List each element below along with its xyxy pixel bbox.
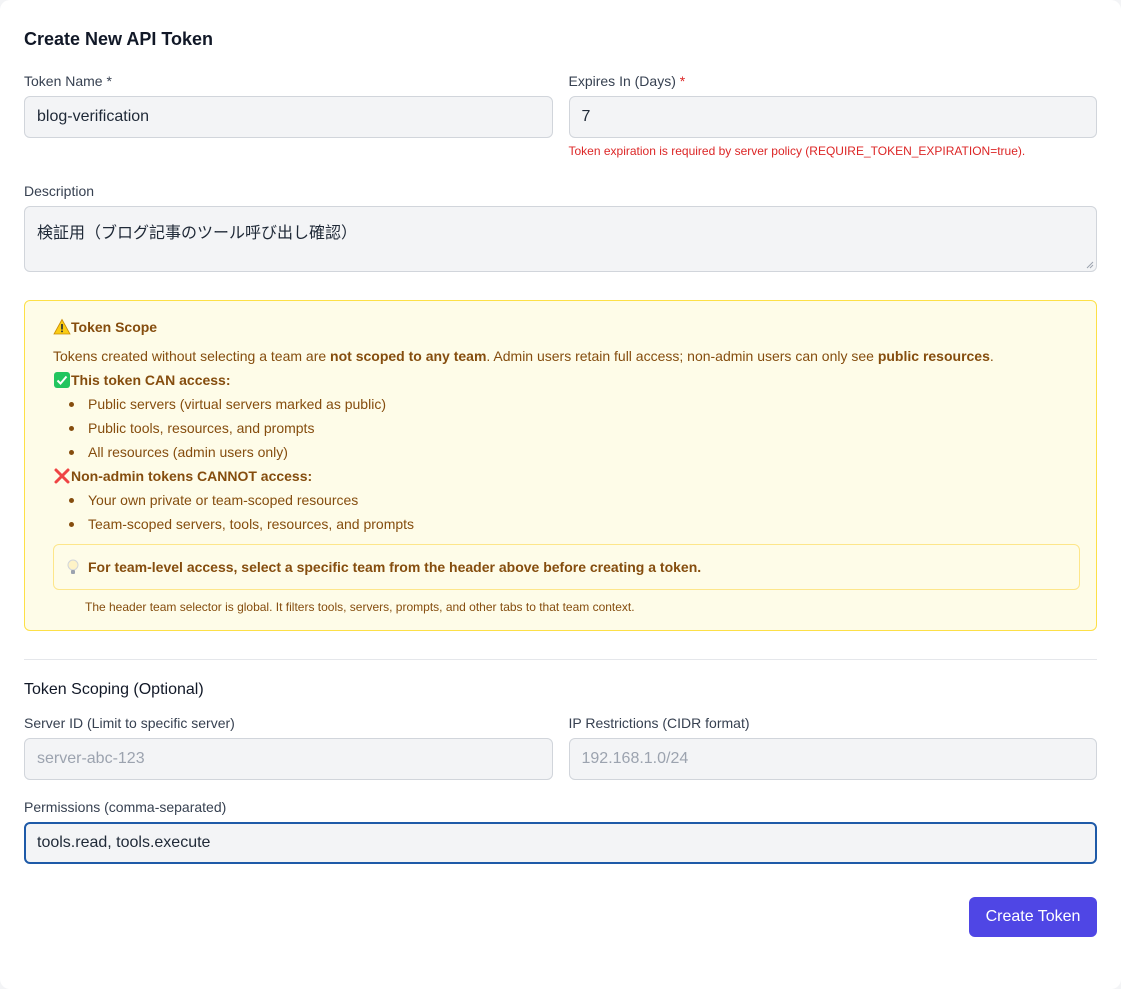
token-name-input[interactable]: blog-verification — [24, 96, 553, 138]
resize-handle-icon[interactable] — [1086, 261, 1094, 269]
divider — [24, 659, 1097, 660]
scope-title: Token Scope — [53, 318, 1080, 336]
ip-group: IP Restrictions (CIDR format) 192.168.1.… — [568, 714, 1097, 780]
cannot-access-heading: Non-admin tokens CANNOT access: — [53, 466, 1080, 486]
list-item: Team-scoped servers, tools, resources, a… — [53, 514, 1080, 534]
server-id-group: Server ID (Limit to specific server) ser… — [24, 714, 553, 780]
lightbulb-icon — [67, 559, 79, 574]
description-value: 検証用（ブログ記事のツール呼び出し確認） — [37, 223, 358, 242]
create-token-card: Create New API Token Token Name * blog-v… — [0, 0, 1121, 989]
token-name-label: Token Name * — [24, 73, 112, 89]
warning-icon — [53, 318, 71, 335]
tip-note: The header team selector is global. It f… — [85, 600, 635, 614]
list-item: All resources (admin users only) — [53, 442, 1080, 462]
description-group: Description 検証用（ブログ記事のツール呼び出し確認） — [24, 182, 1097, 272]
name-expiry-row: Token Name * blog-verification Expires I… — [24, 72, 1097, 158]
list-item: Public tools, resources, and prompts — [53, 418, 1080, 438]
cross-icon — [54, 468, 70, 484]
team-access-tip: For team-level access, select a specific… — [53, 544, 1080, 590]
cannot-access-list: Your own private or team-scoped resource… — [53, 490, 1080, 534]
description-textarea[interactable]: 検証用（ブログ記事のツール呼び出し確認） — [24, 206, 1097, 272]
expires-input[interactable]: 7 — [568, 96, 1097, 138]
scope-intro: Tokens created without selecting a team … — [53, 348, 994, 364]
can-access-list: Public servers (virtual servers marked a… — [53, 394, 1080, 462]
page-title: Create New API Token — [24, 29, 214, 49]
ip-input[interactable]: 192.168.1.0/24 — [568, 738, 1097, 780]
token-name-group: Token Name * blog-verification — [24, 72, 553, 158]
server-id-label: Server ID (Limit to specific server) — [24, 715, 235, 731]
expires-label: Expires In (Days) * — [568, 73, 686, 89]
can-access-heading: This token CAN access: — [53, 370, 1080, 390]
expires-group: Expires In (Days) * 7 Token expiration i… — [568, 72, 1097, 158]
create-token-button[interactable]: Create Token — [969, 897, 1097, 937]
required-mark: * — [679, 73, 686, 89]
list-item: Public servers (virtual servers marked a… — [53, 394, 1080, 414]
scoping-row: Server ID (Limit to specific server) ser… — [24, 714, 1097, 780]
permissions-label: Permissions (comma-separated) — [24, 799, 227, 815]
check-icon — [54, 372, 70, 388]
description-label: Description — [24, 183, 95, 199]
ip-label: IP Restrictions (CIDR format) — [568, 715, 750, 731]
list-item: Your own private or team-scoped resource… — [53, 490, 1080, 510]
expires-error: Token expiration is required by server p… — [568, 144, 1026, 158]
token-scope-notice: Token Scope Tokens created without selec… — [24, 300, 1097, 631]
scoping-title: Token Scoping (Optional) — [24, 681, 204, 698]
permissions-input[interactable]: tools.read, tools.execute — [24, 822, 1097, 864]
permissions-group: Permissions (comma-separated) tools.read… — [24, 798, 1097, 864]
server-id-input[interactable]: server-abc-123 — [24, 738, 553, 780]
